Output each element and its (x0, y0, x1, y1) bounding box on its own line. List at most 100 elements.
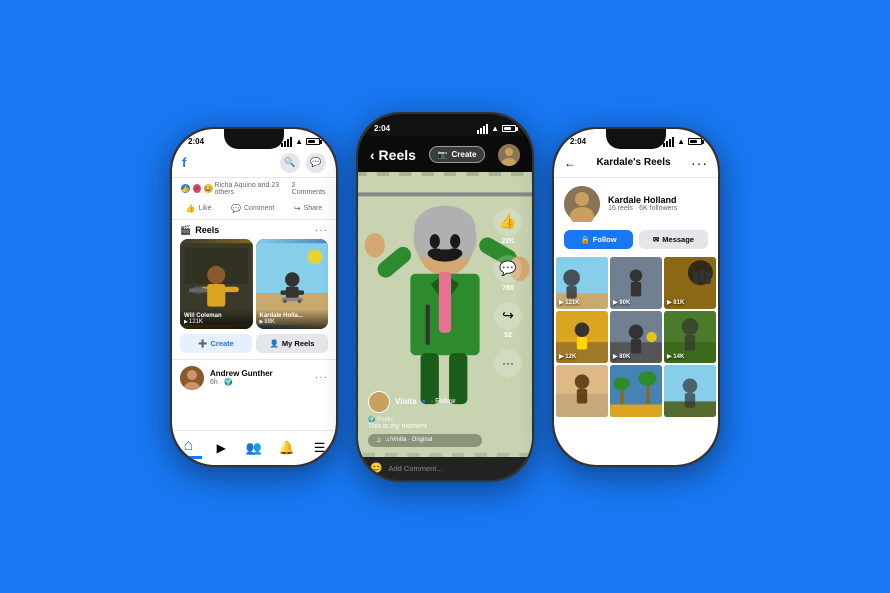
reel-username: Vinita (395, 397, 417, 406)
status-icons-left: ▲ (281, 137, 320, 147)
avatar-svg (180, 366, 204, 390)
reaction-emojis: 👍 ❤ 😂 Richa Aquino and 23 others (180, 182, 292, 196)
reel-card-2[interactable]: Kardale Holla... ▶ 88K (256, 239, 329, 329)
camera-icon: 📷 (438, 150, 448, 159)
reel-video-area: 👍 22K 💬 780 ↪ 52 ··· (358, 172, 532, 457)
nav-people[interactable]: 👥 (240, 437, 268, 459)
share-button[interactable]: ↪ Share (288, 201, 328, 216)
more-action[interactable]: ··· (494, 349, 522, 377)
time-left: 2:04 (188, 137, 204, 146)
comment-icon-action: 💬 (494, 255, 522, 283)
profile-reel-8[interactable] (610, 365, 662, 417)
profile-reel-9[interactable] (664, 365, 716, 417)
notch-center (413, 114, 477, 136)
reel-1-views: ▶ 121K (184, 319, 249, 325)
message-button[interactable]: ✉ Message (639, 230, 708, 249)
comments-count: 2 Comments (292, 182, 328, 196)
nav-bell[interactable]: 🔔 (273, 437, 301, 459)
status-icons-center: ▲ (477, 124, 516, 134)
follow-button[interactable]: 🔒 Follow (564, 230, 633, 249)
comment-bar: 😊 Add Comment... (358, 457, 532, 480)
back-arrow-right[interactable]: ← (564, 156, 576, 170)
messenger-icon-btn[interactable]: 💬 (306, 153, 326, 173)
comment-count: 780 (502, 285, 514, 292)
follow-lock-icon: 🔒 (580, 235, 589, 244)
post-avatar (180, 366, 204, 390)
my-reels-icon: 👤 (270, 339, 279, 348)
comment-label: Comment (244, 205, 274, 212)
play-icon-1: ▶ (184, 319, 188, 325)
comment-placeholder[interactable]: Add Comment... (388, 464, 520, 473)
nav-home[interactable]: ⌂ (174, 437, 202, 459)
share-label: Share (304, 205, 323, 212)
people-icon: 👥 (246, 440, 262, 456)
like-icon-action: 👍 (494, 208, 522, 236)
profile-reel-3[interactable]: ▶ 81K (664, 257, 716, 309)
time-center: 2:04 (374, 124, 390, 133)
fb-header-icons: 🔍 💬 (280, 153, 326, 173)
like-emoji: 👍 (180, 183, 191, 194)
reactions-text: Richa Aquino and 23 others (215, 182, 292, 196)
profile-header: ← Kardale's Reels ··· (554, 149, 718, 178)
back-arrow[interactable]: ‹ Reels (370, 147, 416, 163)
nav-menu[interactable]: ☰ (306, 437, 334, 459)
phone-right: 2:04 ▲ ← Kardale's Reels ··· (552, 127, 720, 467)
reel-4-views: ▶ 12K (559, 353, 576, 360)
wifi-icon: ▲ (295, 137, 303, 146)
bottom-nav: ⌂ ▶ 👥 🔔 ☰ (172, 430, 336, 465)
like-action[interactable]: 👍 22K (494, 208, 522, 245)
nav-video[interactable]: ▶ (207, 437, 235, 459)
profile-reel-2[interactable]: ▶ 90K (610, 257, 662, 309)
reel-bg-7 (556, 365, 608, 417)
post-more-button[interactable]: ··· (315, 372, 328, 383)
profile-reel-7[interactable] (556, 365, 608, 417)
profile-info: Kardale Holland 16 reels · 6K followers (554, 178, 718, 230)
like-label: Like (199, 205, 212, 212)
status-icons-right: ▲ (663, 137, 702, 147)
profile-reel-6[interactable]: ▶ 14K (664, 311, 716, 363)
reel-2-views: ▶ 90K (613, 299, 630, 306)
phone-center: 2:04 ▲ ‹ Reels (356, 112, 534, 482)
notch-right (606, 129, 666, 149)
reel-bottom-info: Vinita ● · Follow 🌍 Public This is my mo… (368, 391, 482, 447)
more-icon-action: ··· (494, 349, 522, 377)
phone-left: 2:04 ▲ f 🔍 💬 (170, 127, 338, 467)
profile-reel-4[interactable]: ▶ 12K (556, 311, 608, 363)
follow-link[interactable]: · Follow (431, 398, 456, 405)
home-icon: ⌂ (184, 437, 194, 455)
post-time: 6h (210, 379, 218, 386)
reel-bg-8 (610, 365, 662, 417)
comment-action[interactable]: 💬 780 (494, 255, 522, 292)
creator-avatar (498, 144, 520, 166)
reel-svg-8 (610, 365, 662, 417)
profile-more-button[interactable]: ··· (691, 155, 708, 171)
create-button-center[interactable]: 📷 Create (429, 146, 486, 163)
search-icon-btn[interactable]: 🔍 (280, 153, 300, 173)
comment-button[interactable]: 💬 Comment (225, 201, 280, 216)
create-label: Create (210, 339, 233, 348)
create-label-center: Create (451, 150, 476, 159)
reel-1-overlay: Will Coleman ▶ 121K (180, 309, 253, 329)
message-icon: ✉ (653, 235, 659, 244)
create-reel-button[interactable]: ➕ Create (180, 334, 252, 353)
fb-header: f 🔍 💬 (172, 149, 336, 178)
signal-icon-center (477, 124, 488, 134)
facebook-logo: f (182, 155, 186, 170)
profile-reel-1[interactable]: ▶ 121K (556, 257, 608, 309)
haha-emoji: 😂 (203, 183, 214, 194)
battery-icon-center (502, 125, 516, 132)
reel-6-views: ▶ 14K (667, 353, 684, 360)
reel-audio-bar[interactable]: ♫ ♫/Vinita · Original (368, 434, 482, 447)
reel-card-1[interactable]: Will Coleman ▶ 121K (180, 239, 253, 329)
my-reels-button[interactable]: 👤 My Reels (256, 334, 328, 353)
share-action[interactable]: ↪ 52 (494, 302, 522, 339)
comment-icon: 💬 (231, 204, 241, 213)
profile-actions: 🔒 Follow ✉ Message (554, 230, 718, 257)
like-button[interactable]: 👍 Like (180, 201, 218, 216)
reel-user-avatar (368, 391, 390, 413)
reels-more-button[interactable]: ··· (315, 225, 328, 236)
profile-reel-5[interactable]: ▶ 80K (610, 311, 662, 363)
reel-side-actions: 👍 22K 💬 780 ↪ 52 ··· (494, 208, 522, 377)
profile-page-title: Kardale's Reels (596, 157, 670, 168)
screen-center: 2:04 ▲ ‹ Reels (358, 114, 532, 480)
